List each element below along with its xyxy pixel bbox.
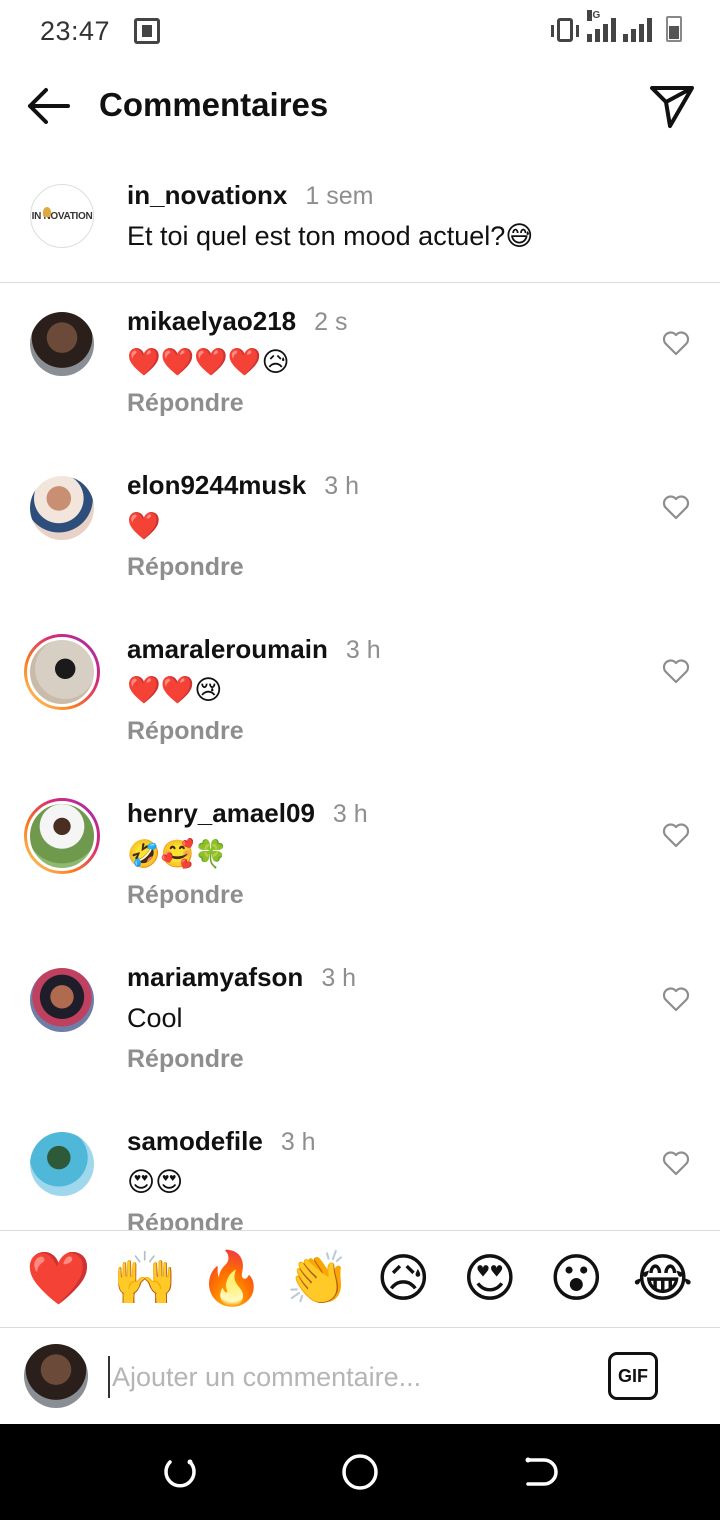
caption-text: Et toi quel est ton mood actuel?😅: [127, 221, 534, 251]
reply-button[interactable]: Répondre: [127, 717, 381, 746]
avatar-image: [30, 312, 94, 376]
avatar-image: [30, 968, 94, 1032]
back-nav-icon[interactable]: [520, 1452, 560, 1492]
comment-input[interactable]: [108, 1356, 578, 1398]
reply-button[interactable]: Répondre: [127, 389, 348, 418]
reaction-laugh[interactable]: 😂: [632, 1248, 694, 1310]
comment-time: 3 h: [345, 636, 381, 664]
caption-time: 1 sem: [305, 182, 374, 210]
reaction-clap[interactable]: 👏: [286, 1248, 351, 1310]
comment-composer: GIF: [0, 1328, 720, 1424]
comment-item: mikaelyao218 2 s ❤️❤️❤️❤️😥 Répondre: [0, 284, 720, 448]
comment-item: samodefile 3 h 😍😍 Répondre: [0, 1104, 720, 1230]
vibrate-icon: [551, 18, 579, 42]
battery-icon: [666, 16, 682, 42]
comment-item: mariamyafson 3 h Cool Répondre: [0, 940, 720, 1104]
reply-button[interactable]: Répondre: [127, 553, 359, 582]
comment-time: 2 s: [314, 308, 348, 336]
arrow-left-icon: [28, 88, 70, 124]
status-time: 23:47: [40, 15, 111, 46]
comment-username[interactable]: mariamyafson: [127, 962, 303, 992]
home-icon[interactable]: [340, 1452, 380, 1492]
avatar-image: [30, 1132, 94, 1196]
reaction-fire[interactable]: 🔥: [199, 1248, 264, 1310]
avatar-story-ring[interactable]: [24, 634, 100, 710]
reply-button[interactable]: Répondre: [127, 1209, 316, 1230]
caption-username[interactable]: in_novationx: [127, 180, 287, 210]
reply-button[interactable]: Répondre: [127, 1045, 356, 1074]
comment-text: 🤣🥰🍀: [127, 839, 228, 869]
avatar-story-ring[interactable]: [24, 798, 100, 874]
comment-item: amaraleroumain 3 h ❤️❤️😢 Répondre: [0, 612, 720, 776]
signal-icon: 3G: [587, 10, 652, 42]
heart-icon[interactable]: [662, 658, 690, 684]
comment-username[interactable]: amaraleroumain: [127, 634, 328, 664]
bulb-icon: [43, 207, 51, 217]
comment-text: ❤️: [127, 511, 161, 541]
comment-item: elon9244musk 3 h ❤️ Répondre: [0, 448, 720, 612]
send-icon: [650, 86, 694, 128]
status-bar: 23:47 3G: [0, 0, 720, 62]
comment-item: henry_amael09 3 h 🤣🥰🍀 Répondre: [0, 776, 720, 940]
comment-text: ❤️❤️😢: [127, 675, 223, 705]
heart-icon[interactable]: [662, 494, 690, 520]
heart-icon[interactable]: [662, 822, 690, 848]
comment-text: 😍😍: [127, 1167, 184, 1197]
comment-username[interactable]: henry_amael09: [127, 798, 315, 828]
reaction-surprised[interactable]: 😮: [545, 1248, 607, 1310]
quick-reaction-bar: ❤️ 🙌 🔥 👏 😥 😍 😮 😂: [0, 1230, 720, 1328]
avatar-image: [27, 801, 97, 871]
system-nav-bar: [0, 1424, 720, 1520]
comment-text: Cool: [127, 1003, 183, 1033]
reply-button[interactable]: Répondre: [127, 881, 368, 910]
network-type: 3G: [587, 10, 601, 21]
gif-button[interactable]: GIF: [608, 1352, 658, 1400]
avatar[interactable]: [30, 1132, 94, 1196]
page-title: Commentaires: [99, 86, 329, 123]
avatar-logo-text: IN NOVATION: [31, 210, 93, 222]
avatar[interactable]: IN NOVATION: [30, 184, 94, 248]
heart-icon[interactable]: [662, 986, 690, 1012]
comments-list[interactable]: mikaelyao218 2 s ❤️❤️❤️❤️😥 Répondre elon9…: [0, 284, 720, 1230]
avatar[interactable]: [30, 968, 94, 1032]
reaction-sad[interactable]: 😥: [372, 1248, 434, 1310]
comment-username[interactable]: mikaelyao218: [127, 306, 296, 336]
recent-apps-icon[interactable]: [160, 1452, 200, 1492]
avatar[interactable]: [30, 312, 94, 376]
avatar-image: [27, 637, 97, 707]
comment-time: 3 h: [280, 1128, 316, 1156]
avatar: [24, 1344, 88, 1408]
comment-time: 3 h: [324, 472, 359, 500]
heart-icon[interactable]: [662, 330, 690, 356]
screenshot-icon: [134, 18, 161, 44]
comment-time: 3 h: [321, 964, 357, 992]
header: Commentaires: [0, 70, 720, 142]
heart-icon[interactable]: [662, 1150, 690, 1176]
back-button[interactable]: [24, 84, 72, 128]
comment-time: 3 h: [332, 800, 368, 828]
comment-text: ❤️❤️❤️❤️😥: [127, 347, 290, 377]
avatar-image: [30, 476, 94, 540]
status-icons: 3G: [551, 10, 682, 42]
comment-username[interactable]: samodefile: [127, 1126, 263, 1156]
comment-username[interactable]: elon9244musk: [127, 470, 306, 500]
reaction-heart-eyes[interactable]: 😍: [459, 1248, 521, 1310]
avatar[interactable]: [30, 476, 94, 540]
reaction-raised-hands[interactable]: 🙌: [113, 1248, 178, 1310]
share-button[interactable]: [648, 82, 696, 130]
reaction-heart[interactable]: ❤️: [26, 1248, 91, 1310]
post-caption: IN NOVATION in_novationx 1 sem Et toi que…: [0, 170, 720, 283]
